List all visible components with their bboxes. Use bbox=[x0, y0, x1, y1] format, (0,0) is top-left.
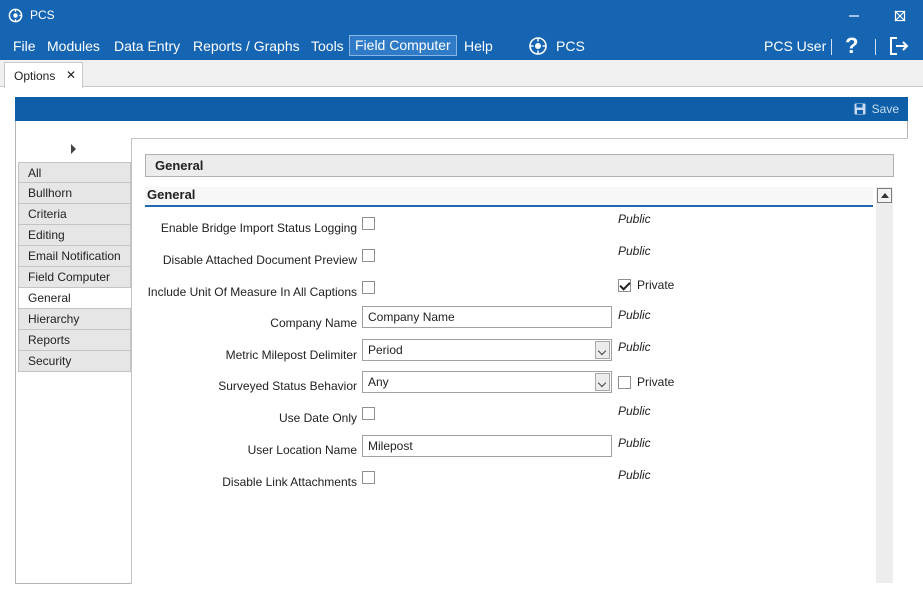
setting-label: Include Unit Of Measure In All Captions bbox=[147, 285, 357, 299]
menu-field-computer[interactable]: Field Computer bbox=[349, 35, 457, 56]
document-tab-strip: Options ✕ bbox=[0, 60, 923, 88]
close-icon bbox=[894, 10, 906, 22]
visibility-label: Public bbox=[618, 212, 651, 226]
minimize-button[interactable] bbox=[831, 0, 877, 32]
save-button[interactable]: Save bbox=[854, 102, 899, 116]
brand-name: PCS bbox=[556, 38, 585, 54]
options-category-nav: All Bullhorn Criteria Editing Email Noti… bbox=[18, 162, 132, 372]
select-value: Period bbox=[368, 343, 403, 357]
save-icon bbox=[854, 103, 866, 115]
setting-row: Metric Milepost Delimiter Period Public bbox=[145, 331, 875, 363]
setting-label: User Location Name bbox=[247, 443, 357, 457]
nav-item-security[interactable]: Security bbox=[18, 351, 131, 372]
setting-label: Disable Link Attachments bbox=[222, 475, 357, 489]
user-location-name-input[interactable]: Milepost bbox=[362, 435, 612, 457]
menu-divider bbox=[831, 39, 832, 55]
setting-label: Enable Bridge Import Status Logging bbox=[160, 221, 357, 235]
tab-close-icon[interactable]: ✕ bbox=[66, 68, 76, 82]
setting-row: Company Name Company Name Public bbox=[145, 298, 875, 330]
nav-item-field-computer[interactable]: Field Computer bbox=[18, 267, 131, 288]
menu-divider bbox=[875, 39, 876, 55]
private-checkbox[interactable] bbox=[618, 278, 631, 292]
window-title: PCS bbox=[30, 8, 55, 22]
nav-item-reports[interactable]: Reports bbox=[18, 330, 131, 351]
surveyed-status-select[interactable]: Any bbox=[362, 371, 612, 393]
visibility-label: Public bbox=[618, 244, 651, 258]
visibility-label: Public bbox=[618, 308, 651, 322]
menu-tools[interactable]: Tools bbox=[311, 37, 344, 55]
unit-of-measure-checkbox[interactable] bbox=[362, 281, 375, 294]
visibility-label: Public bbox=[618, 404, 651, 418]
tab-options-label: Options bbox=[14, 69, 56, 83]
setting-row: User Location Name Milepost Public bbox=[145, 427, 875, 459]
group-header: General bbox=[145, 187, 873, 207]
chevron-down-icon[interactable] bbox=[595, 373, 610, 391]
save-label: Save bbox=[871, 102, 899, 116]
setting-row: Disable Attached Document Preview Public bbox=[145, 240, 875, 272]
logout-icon bbox=[890, 37, 909, 55]
menu-bar: File Modules Data Entry Reports / Graphs… bbox=[0, 32, 923, 60]
setting-label: Use Date Only bbox=[278, 411, 357, 425]
setting-row: Enable Bridge Import Status Logging Publ… bbox=[145, 208, 875, 240]
options-toolbar: Save bbox=[15, 97, 908, 121]
nav-item-hierarchy[interactable]: Hierarchy bbox=[18, 309, 131, 330]
nav-item-all[interactable]: All bbox=[18, 162, 131, 183]
menu-file[interactable]: File bbox=[13, 37, 36, 55]
visibility-label: Private bbox=[637, 375, 675, 389]
nav-item-email-notification[interactable]: Email Notification bbox=[18, 246, 131, 267]
menu-help[interactable]: Help bbox=[464, 37, 493, 55]
setting-row: Surveyed Status Behavior Any Private bbox=[145, 363, 875, 395]
milepost-delimiter-select[interactable]: Period bbox=[362, 339, 612, 361]
nav-item-bullhorn[interactable]: Bullhorn bbox=[18, 183, 131, 204]
select-value: Any bbox=[368, 375, 389, 389]
title-bar: PCS bbox=[0, 0, 923, 32]
setting-label: Disable Attached Document Preview bbox=[162, 253, 357, 267]
visibility-label: Private bbox=[637, 278, 675, 292]
use-date-only-checkbox[interactable] bbox=[362, 407, 375, 420]
visibility-label: Public bbox=[618, 468, 651, 482]
tab-options[interactable]: Options ✕ bbox=[4, 62, 83, 88]
disable-doc-preview-checkbox[interactable] bbox=[362, 249, 375, 262]
collapse-arrow-icon[interactable] bbox=[71, 144, 76, 154]
setting-row: Disable Link Attachments Public bbox=[145, 464, 875, 496]
nav-item-criteria[interactable]: Criteria bbox=[18, 204, 131, 225]
pcs-logo-icon bbox=[8, 8, 23, 23]
visibility-label: Public bbox=[618, 436, 651, 450]
disable-link-attachments-checkbox[interactable] bbox=[362, 471, 375, 484]
company-name-input[interactable]: Company Name bbox=[362, 306, 612, 328]
menu-modules[interactable]: Modules bbox=[47, 37, 100, 55]
nav-item-general[interactable]: General bbox=[18, 288, 132, 309]
user-name[interactable]: PCS User bbox=[764, 38, 826, 54]
vertical-scrollbar[interactable] bbox=[876, 187, 893, 583]
bridge-import-logging-checkbox[interactable] bbox=[362, 217, 375, 230]
logout-button[interactable] bbox=[888, 35, 910, 60]
setting-label: Company Name bbox=[270, 316, 357, 330]
menu-reports-graphs[interactable]: Reports / Graphs bbox=[193, 37, 300, 55]
menu-data-entry[interactable]: Data Entry bbox=[114, 37, 180, 55]
scroll-up-icon[interactable] bbox=[877, 188, 892, 203]
help-icon: ? bbox=[845, 33, 859, 58]
nav-item-editing[interactable]: Editing bbox=[18, 225, 131, 246]
help-button[interactable]: ? bbox=[845, 33, 858, 59]
visibility-toggle[interactable]: Private bbox=[618, 375, 674, 389]
pcs-logo-icon bbox=[529, 37, 547, 55]
setting-label: Surveyed Status Behavior bbox=[218, 379, 357, 393]
private-checkbox[interactable] bbox=[618, 375, 631, 389]
minimize-icon bbox=[849, 15, 859, 17]
visibility-toggle[interactable]: Private bbox=[618, 278, 674, 292]
chevron-down-icon[interactable] bbox=[595, 341, 610, 359]
section-title: General bbox=[145, 154, 894, 177]
close-button[interactable] bbox=[877, 0, 923, 32]
setting-label: Metric Milepost Delimiter bbox=[225, 348, 357, 362]
brand: PCS bbox=[528, 36, 585, 56]
visibility-label: Public bbox=[618, 340, 651, 354]
